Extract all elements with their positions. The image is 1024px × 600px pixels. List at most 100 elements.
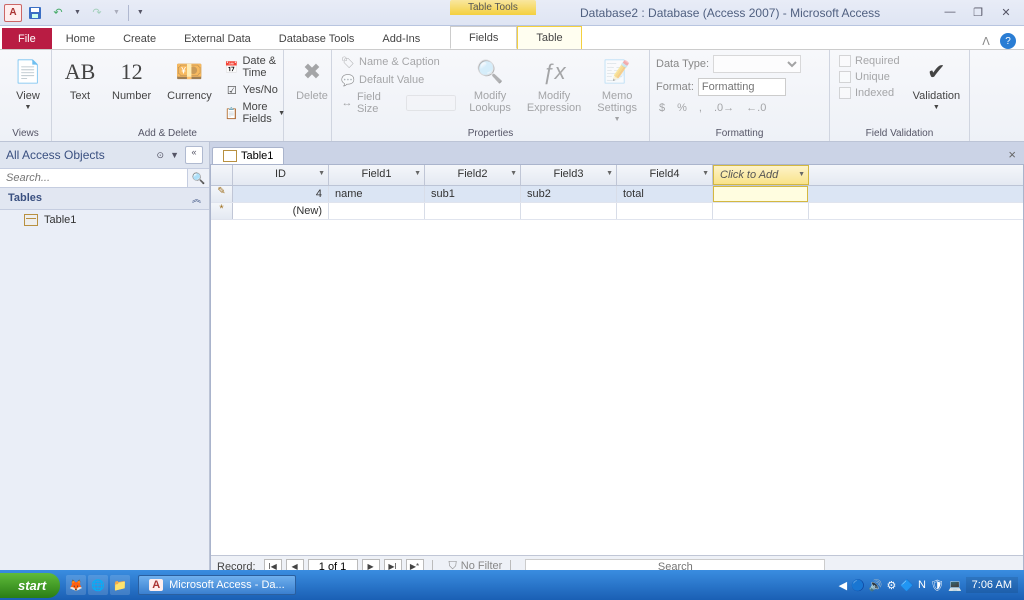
text-button[interactable]: ABText — [58, 54, 102, 104]
format-input[interactable] — [698, 78, 786, 96]
nav-search-input[interactable] — [0, 169, 187, 187]
navigation-pane: All Access Objects ⊙▼ « 🔍 Tables︽ Table1 — [0, 142, 210, 578]
column-field3[interactable]: Field3▼ — [521, 165, 617, 185]
cell-field2[interactable]: sub1 — [425, 186, 521, 202]
field-size-button: ↔Field Size — [338, 90, 459, 116]
group-field-validation: Field Validation — [836, 126, 963, 141]
cell-field1[interactable]: name — [329, 186, 425, 202]
cell-id[interactable]: 4 — [233, 186, 329, 202]
number-button[interactable]: 12Number — [106, 54, 157, 104]
required-checkbox: Required — [836, 54, 903, 68]
system-tray: ◀ 🔵 🔊 ⚙ 🔷 N 🛡 💻 7:06 AM — [839, 577, 1024, 593]
tray-icon[interactable]: 🔊 — [869, 579, 883, 592]
tab-external-data[interactable]: External Data — [170, 28, 265, 49]
more-fields-button[interactable]: 📋More Fields▼ — [222, 100, 288, 126]
app-icon[interactable]: A — [4, 4, 22, 22]
nav-item-table1[interactable]: Table1 — [0, 210, 209, 230]
redo-dropdown-icon: ▼ — [110, 9, 123, 16]
restore-button[interactable]: ❐ — [968, 6, 988, 19]
quick-launch: 🦊 🌐 📁 — [66, 575, 130, 595]
comma-fmt-icon: , — [696, 101, 705, 115]
column-field2[interactable]: Field2▼ — [425, 165, 521, 185]
tab-database-tools[interactable]: Database Tools — [265, 28, 369, 49]
group-views: Views — [6, 126, 45, 141]
group-formatting: Formatting — [656, 126, 823, 141]
tab-file[interactable]: File — [2, 28, 52, 49]
table-icon — [24, 214, 38, 226]
nav-category-tables[interactable]: Tables︽ — [0, 188, 209, 210]
name-caption-button: 🏷Name & Caption — [338, 54, 459, 70]
unique-checkbox: Unique — [836, 70, 903, 84]
tray-icon[interactable]: N — [918, 579, 926, 591]
memo-settings-button: 📝Memo Settings▼ — [591, 54, 643, 125]
nav-title[interactable]: All Access Objects — [6, 148, 154, 162]
tab-create[interactable]: Create — [109, 28, 170, 49]
folder-icon[interactable]: 📁 — [110, 575, 130, 595]
tab-home[interactable]: Home — [52, 28, 109, 49]
tray-icon[interactable]: ⚙ — [886, 579, 896, 592]
yesno-button[interactable]: ☑Yes/No — [222, 82, 288, 98]
datasheet: ID▼ Field1▼ Field2▼ Field3▼ Field4▼ Clic… — [210, 164, 1024, 578]
default-value-button: 💬Default Value — [338, 72, 459, 88]
click-to-add-column[interactable]: Click to Add▼ — [713, 165, 809, 185]
tab-table[interactable]: Table — [517, 26, 581, 49]
table-icon — [223, 150, 237, 162]
minimize-button[interactable]: ― — [940, 6, 960, 19]
qat-customize-icon[interactable]: ▼ — [134, 9, 147, 16]
new-row-icon: * — [211, 203, 233, 219]
indexed-checkbox: Indexed — [836, 86, 903, 100]
table-row-new[interactable]: * (New) — [211, 203, 1023, 220]
validation-button[interactable]: ✔Validation▼ — [907, 54, 967, 113]
table-row[interactable]: ✎ 4 name sub1 sub2 total — [211, 186, 1023, 203]
tab-fields[interactable]: Fields — [450, 26, 517, 49]
minimize-ribbon-icon[interactable]: ᐱ — [978, 33, 994, 49]
column-field4[interactable]: Field4▼ — [617, 165, 713, 185]
taskbar-item-access[interactable]: AMicrosoft Access - Da... — [138, 575, 295, 595]
quick-access-toolbar: A ↶▼ ↷▼ ▼ — [0, 3, 151, 23]
title-bar: A ↶▼ ↷▼ ▼ Table Tools Database2 : Databa… — [0, 0, 1024, 26]
redo-icon[interactable]: ↷ — [87, 3, 107, 23]
view-button[interactable]: 📄View▼ — [6, 54, 50, 113]
modify-expression-button: ƒxModify Expression — [521, 54, 587, 116]
column-field1[interactable]: Field1▼ — [329, 165, 425, 185]
tray-expand-icon[interactable]: ◀ — [839, 579, 847, 592]
windows-taskbar: start 🦊 🌐 📁 AMicrosoft Access - Da... ◀ … — [0, 570, 1024, 600]
select-all-cell[interactable] — [211, 165, 233, 185]
column-id[interactable]: ID▼ — [233, 165, 329, 185]
start-button[interactable]: start — [0, 573, 60, 598]
tray-icon[interactable]: 🔷 — [900, 579, 914, 592]
nav-collapse-button[interactable]: « — [185, 146, 203, 164]
undo-dropdown-icon[interactable]: ▼ — [71, 9, 84, 16]
cell-field3[interactable]: sub2 — [521, 186, 617, 202]
search-icon[interactable]: 🔍 — [187, 169, 209, 187]
cell-field4[interactable]: total — [617, 186, 713, 202]
window-title: Database2 : Database (Access 2007) - Mic… — [580, 6, 880, 20]
cell-new-field[interactable] — [713, 186, 808, 202]
currency-button[interactable]: 💴Currency — [161, 54, 218, 104]
browser-icon[interactable]: 🌐 — [88, 575, 108, 595]
tab-add-ins[interactable]: Add-Ins — [368, 28, 434, 49]
group-add-delete: Add & Delete — [58, 126, 277, 141]
close-button[interactable]: ✕ — [996, 6, 1016, 19]
ribbon: 📄View▼ Views ABText 12Number 💴Currency 📅… — [0, 50, 1024, 142]
close-document-button[interactable]: × — [1000, 145, 1024, 164]
separator — [128, 5, 129, 21]
cell-id-new[interactable]: (New) — [233, 203, 329, 219]
row-selector-edit-icon[interactable]: ✎ — [211, 186, 233, 202]
firefox-icon[interactable]: 🦊 — [66, 575, 86, 595]
delete-button: ✖Delete — [290, 54, 334, 104]
clock[interactable]: 7:06 AM — [966, 577, 1018, 593]
contextual-tab-title: Table Tools — [450, 0, 536, 15]
tray-icon[interactable]: 💻 — [948, 579, 962, 592]
nav-dropdown-icon[interactable]: ⊙ — [154, 150, 168, 161]
data-type-select[interactable] — [713, 55, 801, 73]
ribbon-tabs: File Home Create External Data Database … — [0, 26, 1024, 50]
datetime-button[interactable]: 📅Date & Time — [222, 54, 288, 80]
help-icon[interactable]: ? — [1000, 33, 1016, 49]
tray-icon[interactable]: 🔵 — [851, 579, 865, 592]
undo-icon[interactable]: ↶ — [48, 3, 68, 23]
save-icon[interactable] — [25, 3, 45, 23]
empty-grid — [211, 220, 1023, 555]
document-tab-table1[interactable]: Table1 — [212, 147, 284, 164]
tray-icon[interactable]: 🛡 — [930, 579, 944, 592]
